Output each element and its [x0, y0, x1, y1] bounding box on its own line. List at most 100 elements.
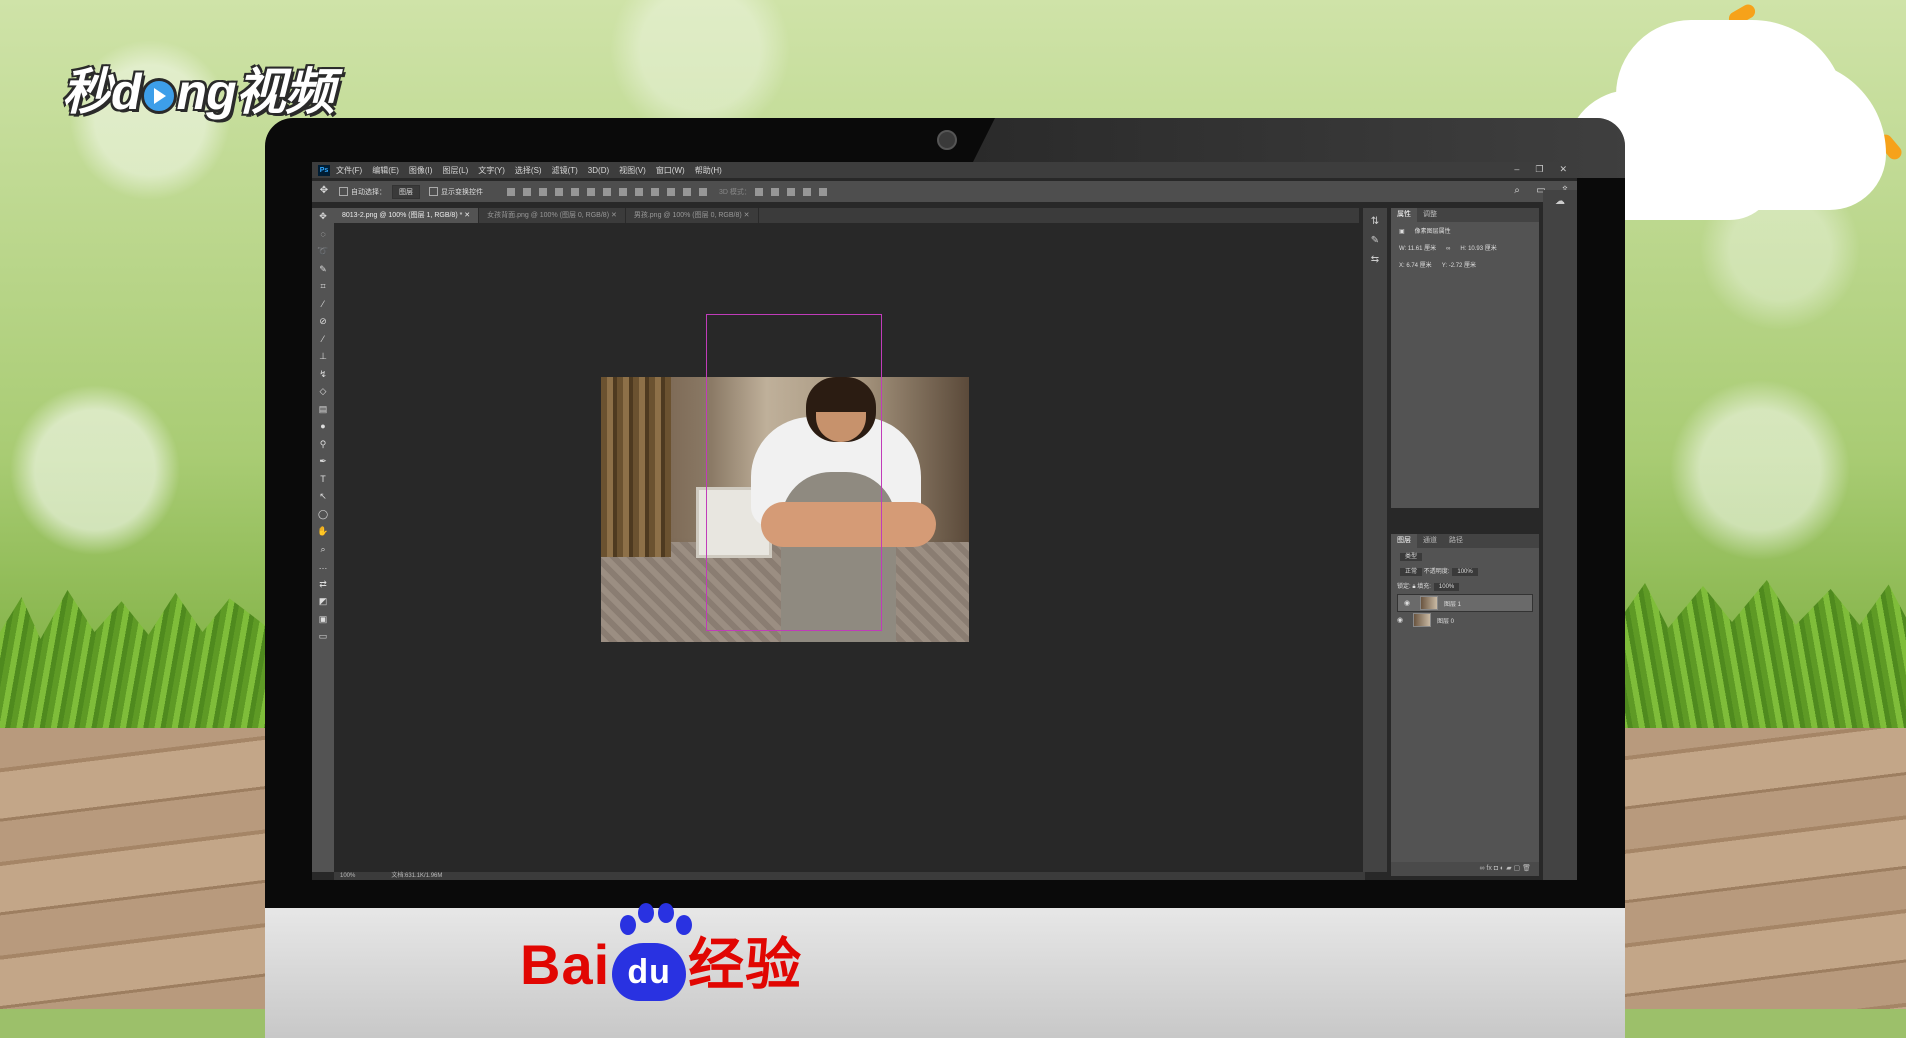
distribute-middle-icon[interactable]: [619, 187, 627, 196]
link-layers-icon[interactable]: ∞: [1479, 865, 1484, 872]
layer-row[interactable]: ◉ 图层 0: [1391, 612, 1539, 628]
zoom-tool-icon[interactable]: ⌕: [312, 541, 334, 559]
hand-tool-icon[interactable]: ✋: [312, 523, 334, 541]
marquee-tool-icon[interactable]: ◌: [312, 226, 334, 244]
height-field[interactable]: H: 10.93 厘米: [1460, 246, 1496, 252]
opacity-field[interactable]: 100%: [1452, 568, 1478, 576]
color-swatches-icon[interactable]: ◩: [312, 593, 334, 611]
layer-row[interactable]: ◉ 图层 1: [1397, 594, 1533, 612]
x-field[interactable]: X: 6.74 厘米: [1399, 263, 1432, 269]
menu-3d[interactable]: 3D(D): [588, 166, 609, 175]
tab-layers[interactable]: 图层: [1391, 534, 1417, 548]
eraser-tool-icon[interactable]: ◇: [312, 383, 334, 401]
minimize-icon[interactable]: –: [1514, 164, 1519, 175]
history-brush-icon[interactable]: ↯: [312, 366, 334, 384]
align-center-icon[interactable]: [571, 187, 579, 196]
3d-scale-icon[interactable]: [818, 187, 827, 196]
tab-paths[interactable]: 路径: [1443, 534, 1469, 548]
quick-select-tool-icon[interactable]: ✎: [312, 261, 334, 279]
brush-tool-icon[interactable]: ⁄: [312, 331, 334, 349]
pixel-layer-icon: ▣: [1399, 229, 1405, 235]
menu-image[interactable]: 图像(I): [409, 165, 433, 176]
align-bottom-icon[interactable]: [539, 187, 547, 196]
layer-filter-dropdown[interactable]: 类型: [1400, 553, 1423, 561]
quick-mask-icon[interactable]: ▣: [312, 611, 334, 629]
shape-tool-icon[interactable]: ◯: [312, 506, 334, 524]
y-field[interactable]: Y: -2.72 厘米: [1442, 263, 1476, 269]
menu-window[interactable]: 窗口(W): [656, 165, 685, 176]
libraries-icon[interactable]: ☁: [1543, 196, 1577, 207]
link-icon[interactable]: ∞: [1446, 246, 1450, 252]
3d-pan-icon[interactable]: [786, 187, 795, 196]
blur-tool-icon[interactable]: ●: [312, 418, 334, 436]
search-icon[interactable]: ⌕: [1509, 185, 1525, 199]
distribute-left-icon[interactable]: [651, 187, 659, 196]
blend-mode-dropdown[interactable]: 正常: [1400, 568, 1423, 576]
distribute-top-icon[interactable]: [603, 187, 611, 196]
menu-view[interactable]: 视图(V): [619, 165, 646, 176]
adjustment-layer-icon[interactable]: ◐: [1500, 865, 1504, 872]
menu-layer[interactable]: 图层(L): [442, 165, 468, 176]
tab-adjustments[interactable]: 调整: [1417, 208, 1443, 222]
align-middle-icon[interactable]: [523, 187, 531, 196]
fx-icon[interactable]: fx: [1486, 865, 1491, 872]
swap-colors-icon[interactable]: ⇄: [312, 576, 334, 594]
eye-icon[interactable]: ◉: [1404, 599, 1414, 607]
close-icon[interactable]: ✕: [1559, 164, 1567, 175]
zoom-level[interactable]: 100%: [340, 872, 355, 880]
group-icon[interactable]: ▰: [1506, 865, 1511, 872]
eye-icon[interactable]: ◉: [1397, 616, 1407, 624]
menu-select[interactable]: 选择(S): [515, 165, 542, 176]
screen-mode-icon[interactable]: ▭: [312, 628, 334, 646]
trash-icon[interactable]: 🗑︎: [1522, 865, 1531, 872]
healing-tool-icon[interactable]: ⊘: [312, 313, 334, 331]
more-tools-icon[interactable]: …: [312, 558, 334, 576]
menu-edit[interactable]: 编辑(E): [372, 165, 399, 176]
path-select-tool-icon[interactable]: ↖: [312, 488, 334, 506]
lasso-tool-icon[interactable]: ➰: [312, 243, 334, 261]
distribute-bottom-icon[interactable]: [635, 187, 643, 196]
distribute-right-icon[interactable]: [683, 187, 691, 196]
type-tool-icon[interactable]: T: [312, 471, 334, 489]
canvas-area[interactable]: [334, 223, 1359, 872]
lock-icon[interactable]: 🔒︎: [1412, 584, 1415, 590]
3d-rotate-icon[interactable]: [754, 187, 763, 196]
tab-doc-3[interactable]: 男孩.png @ 100% (图层 0, RGB/8) ✕: [626, 208, 759, 223]
move-tool-icon[interactable]: ✥: [316, 185, 332, 199]
auto-align-icon[interactable]: [699, 187, 707, 196]
tab-doc-2[interactable]: 女孩背面.png @ 100% (图层 0, RGB/8) ✕: [479, 208, 626, 223]
restore-icon[interactable]: ❐: [1535, 164, 1543, 175]
fill-field[interactable]: 100%: [1433, 583, 1460, 591]
options-bar: ✥ 自动选择： 图层 显示变换控件 3D 模式： ⌕ ▭ ⇪: [312, 181, 1577, 202]
align-right-icon[interactable]: [587, 187, 595, 196]
tab-properties[interactable]: 属性: [1391, 208, 1417, 222]
crop-tool-icon[interactable]: ⌗: [312, 278, 334, 296]
history-icon[interactable]: ⇅: [1363, 216, 1387, 227]
distribute-center-icon[interactable]: [667, 187, 675, 196]
dodge-tool-icon[interactable]: ⚲: [312, 436, 334, 454]
gradient-tool-icon[interactable]: ▤: [312, 401, 334, 419]
3d-slide-icon[interactable]: [802, 187, 811, 196]
align-left-icon[interactable]: [555, 187, 563, 196]
width-field[interactable]: W: 11.61 厘米: [1399, 246, 1436, 252]
menu-filter[interactable]: 滤镜(T): [552, 165, 578, 176]
auto-select-checkbox[interactable]: [339, 187, 348, 196]
stamp-tool-icon[interactable]: ⊥: [312, 348, 334, 366]
tab-channels[interactable]: 通道: [1417, 534, 1443, 548]
layer-bounding-box[interactable]: [706, 314, 882, 631]
adjust-icon[interactable]: ⇆: [1363, 254, 1387, 265]
layer-select-dropdown[interactable]: 图层: [392, 184, 420, 199]
new-layer-icon[interactable]: ▢: [1514, 865, 1521, 872]
move-tool-icon[interactable]: ✥: [312, 208, 334, 226]
align-top-icon[interactable]: [507, 187, 515, 196]
eyedropper-tool-icon[interactable]: ⁄: [312, 296, 334, 314]
3d-roll-icon[interactable]: [770, 187, 779, 196]
mask-icon[interactable]: ◘: [1494, 865, 1498, 872]
tab-doc-1[interactable]: 8013-2.png @ 100% (图层 1, RGB/8) * ✕: [334, 208, 480, 223]
brush-settings-icon[interactable]: ✎: [1363, 235, 1387, 246]
menu-file[interactable]: 文件(F): [336, 165, 362, 176]
pen-tool-icon[interactable]: ✒: [312, 453, 334, 471]
menu-type[interactable]: 文字(Y): [478, 165, 505, 176]
menu-help[interactable]: 帮助(H): [695, 165, 722, 176]
show-transform-checkbox[interactable]: [429, 187, 438, 196]
